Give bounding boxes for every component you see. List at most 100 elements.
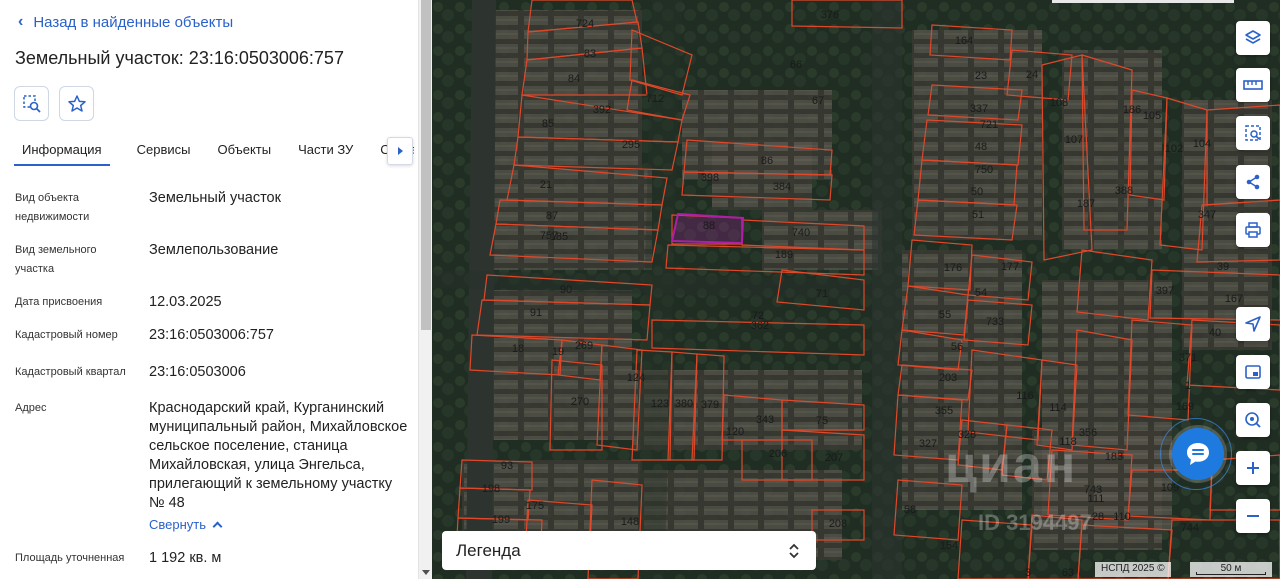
parcel-label-54[interactable]: 54 <box>975 287 987 299</box>
parcel-label-392[interactable]: 392 <box>593 104 611 116</box>
parcel-label-102[interactable]: 102 <box>1165 143 1183 155</box>
parcel-label-270[interactable]: 270 <box>571 396 589 408</box>
parcel-label-124[interactable]: 124 <box>627 372 645 384</box>
parcel-label-376[interactable]: 376 <box>821 9 839 21</box>
parcel-label-347[interactable]: 347 <box>1198 209 1216 221</box>
parcel-label-66[interactable]: 66 <box>790 59 802 71</box>
parcel-label-93[interactable]: 93 <box>501 460 513 472</box>
parcel-label-84[interactable]: 84 <box>568 73 580 85</box>
parcel-label-343[interactable]: 343 <box>756 414 774 426</box>
share-button[interactable] <box>1236 165 1270 199</box>
parcel-label-87[interactable]: 87 <box>546 210 558 222</box>
parcel-label-733[interactable]: 733 <box>986 316 1004 328</box>
favorite-button[interactable] <box>59 86 94 121</box>
zoom-in-button[interactable] <box>1236 451 1270 485</box>
tabs-scroll-right-button[interactable] <box>387 137 413 165</box>
zoom-out-button[interactable] <box>1236 499 1270 533</box>
parcel-label-186[interactable]: 186 <box>1123 104 1141 116</box>
parcel-label-105[interactable]: 105 <box>1143 110 1161 122</box>
parcel-label-18[interactable]: 18 <box>512 343 524 355</box>
parcel-label-90[interactable]: 90 <box>560 284 572 296</box>
parcel-label-199[interactable]: 199 <box>492 514 510 526</box>
tab-information[interactable]: Информация <box>14 136 110 166</box>
panel-scrollbar[interactable] <box>418 0 432 579</box>
parcel-label-724[interactable]: 724 <box>576 18 594 30</box>
parcel-label-355[interactable]: 355 <box>935 405 953 417</box>
legend-dropdown[interactable]: Легенда <box>442 531 816 570</box>
parcel-label-327[interactable]: 327 <box>919 438 937 450</box>
parcel-label-164[interactable]: 164 <box>955 35 973 47</box>
collapse-link[interactable]: Свернуть <box>149 515 223 534</box>
parcel-label-110[interactable]: 110 <box>1113 511 1131 523</box>
map-view[interactable]: 724 376 83 66 84 712 67 392 85 295 86 398 21 384 87 88 7… <box>432 0 1280 579</box>
parcel-label-83[interactable]: 83 <box>584 48 596 60</box>
parcel-label-397[interactable]: 397 <box>1156 285 1174 297</box>
parcel-label-177[interactable]: 177 <box>1001 261 1019 273</box>
scrollbar-thumb[interactable] <box>421 0 431 330</box>
parcel-label-384[interactable]: 384 <box>773 181 791 193</box>
parcel-label-362[interactable]: 362 <box>751 320 769 332</box>
parcel-label-56[interactable]: 56 <box>951 341 963 353</box>
parcel-label-295[interactable]: 295 <box>622 139 640 151</box>
parcel-label-108[interactable]: 108 <box>1050 97 1068 109</box>
parcel-label-48[interactable]: 48 <box>975 141 987 153</box>
geo-search-button[interactable] <box>1236 403 1270 437</box>
parcel-label-388[interactable]: 388 <box>1115 185 1133 197</box>
parcel-label-114[interactable]: 114 <box>1049 402 1067 414</box>
parcel-label-1[interactable]: 1 <box>1185 380 1191 392</box>
parcel-label-207[interactable]: 207 <box>825 452 843 464</box>
parcel-label-206[interactable]: 206 <box>769 448 787 460</box>
parcel-label-198[interactable]: 198 <box>482 483 500 495</box>
parcel-label-398[interactable]: 398 <box>701 172 719 184</box>
minimap-button[interactable] <box>1236 355 1270 389</box>
parcel-label-356[interactable]: 356 <box>1079 427 1097 439</box>
locate-button[interactable] <box>1236 307 1270 341</box>
parcel-label-50[interactable]: 50 <box>971 186 983 198</box>
parcel-label-85[interactable]: 85 <box>542 118 554 130</box>
parcel-label-712[interactable]: 712 <box>646 93 664 105</box>
parcel-label-28[interactable]: 28 <box>1092 511 1104 523</box>
parcel-label-208[interactable]: 208 <box>829 518 847 530</box>
parcel-label-88[interactable]: 88 <box>703 220 715 232</box>
parcel-label-24[interactable]: 24 <box>1026 69 1038 81</box>
parcel-label-3[interactable]: 3 <box>1025 567 1031 579</box>
back-link[interactable]: ‹ Назад в найденные объекты <box>18 13 233 31</box>
parcel-label-67[interactable]: 67 <box>812 95 824 107</box>
parcel-label-55[interactable]: 55 <box>939 309 951 321</box>
parcel-label-269[interactable]: 269 <box>575 340 593 352</box>
parcel-label-185[interactable]: 185 <box>550 231 568 243</box>
parcel-label-371[interactable]: 371 <box>1179 352 1197 364</box>
parcel-label-744[interactable]: 744 <box>1181 522 1199 534</box>
cadastral-map[interactable]: 724 376 83 66 84 712 67 392 85 295 86 398 21 384 87 88 7… <box>432 0 1280 579</box>
parcel-label-175[interactable]: 175 <box>526 500 544 512</box>
tab-parts[interactable]: Части ЗУ <box>298 136 353 166</box>
parcel-label-107[interactable]: 107 <box>1065 134 1083 146</box>
print-button[interactable] <box>1236 213 1270 247</box>
parcel-label-379[interactable]: 379 <box>701 399 719 411</box>
parcel-label-187[interactable]: 187 <box>1077 198 1095 210</box>
chat-button[interactable] <box>1172 428 1224 480</box>
parcel-label-167[interactable]: 167 <box>1225 293 1243 305</box>
parcel-label-740[interactable]: 740 <box>792 227 810 239</box>
tab-services[interactable]: Сервисы <box>137 136 191 166</box>
parcel-label-721[interactable]: 721 <box>980 119 998 131</box>
parcel-label-40[interactable]: 40 <box>1209 327 1221 339</box>
parcel-label-123[interactable]: 123 <box>651 398 669 410</box>
parcel-label-120[interactable]: 120 <box>726 426 744 438</box>
parcel-label-183[interactable]: 183 <box>1105 451 1123 463</box>
parcel-label-91[interactable]: 91 <box>530 307 542 319</box>
parcel-label-58[interactable]: 58 <box>904 504 916 516</box>
parcel-label-189[interactable]: 189 <box>775 249 793 261</box>
ruler-button[interactable] <box>1236 68 1270 102</box>
tab-objects[interactable]: Объекты <box>217 136 271 166</box>
parcel-label-203[interactable]: 203 <box>939 372 957 384</box>
parcel-label-337[interactable]: 337 <box>970 103 988 115</box>
parcel-label-19[interactable]: 19 <box>552 346 564 358</box>
select-area-button[interactable] <box>1236 116 1270 150</box>
parcel-label-71[interactable]: 71 <box>816 288 828 300</box>
parcel-label-39[interactable]: 39 <box>1217 261 1229 273</box>
parcel-label-148[interactable]: 148 <box>621 516 639 528</box>
parcel-label-750[interactable]: 750 <box>975 164 993 176</box>
parcel-label-154[interactable]: 154 <box>940 540 958 552</box>
parcel-label-104[interactable]: 104 <box>1193 138 1211 150</box>
